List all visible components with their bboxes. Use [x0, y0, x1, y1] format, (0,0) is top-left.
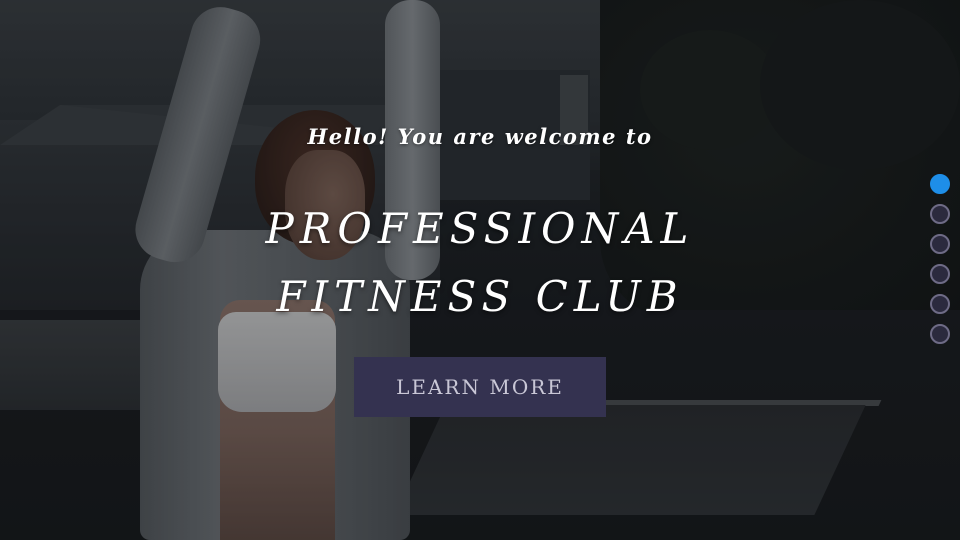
slide-dot-6[interactable]: [930, 324, 950, 344]
hero-headline: PROFESSIONAL FITNESS CLUB: [0, 195, 960, 331]
slide-dot-3[interactable]: [930, 234, 950, 254]
slide-dot-2[interactable]: [930, 204, 950, 224]
slide-dot-1[interactable]: [930, 174, 950, 194]
headline-line-1: PROFESSIONAL: [265, 204, 695, 253]
slide-dot-5[interactable]: [930, 294, 950, 314]
learn-more-button[interactable]: LEARN MORE: [354, 357, 606, 417]
slide-dot-4[interactable]: [930, 264, 950, 284]
hero-slider: Hello! You are welcome to PROFESSIONAL F…: [0, 0, 960, 540]
slider-pagination: [930, 174, 952, 344]
welcome-subtitle: Hello! You are welcome to: [307, 124, 653, 149]
headline-line-2: FITNESS CLUB: [276, 272, 684, 321]
